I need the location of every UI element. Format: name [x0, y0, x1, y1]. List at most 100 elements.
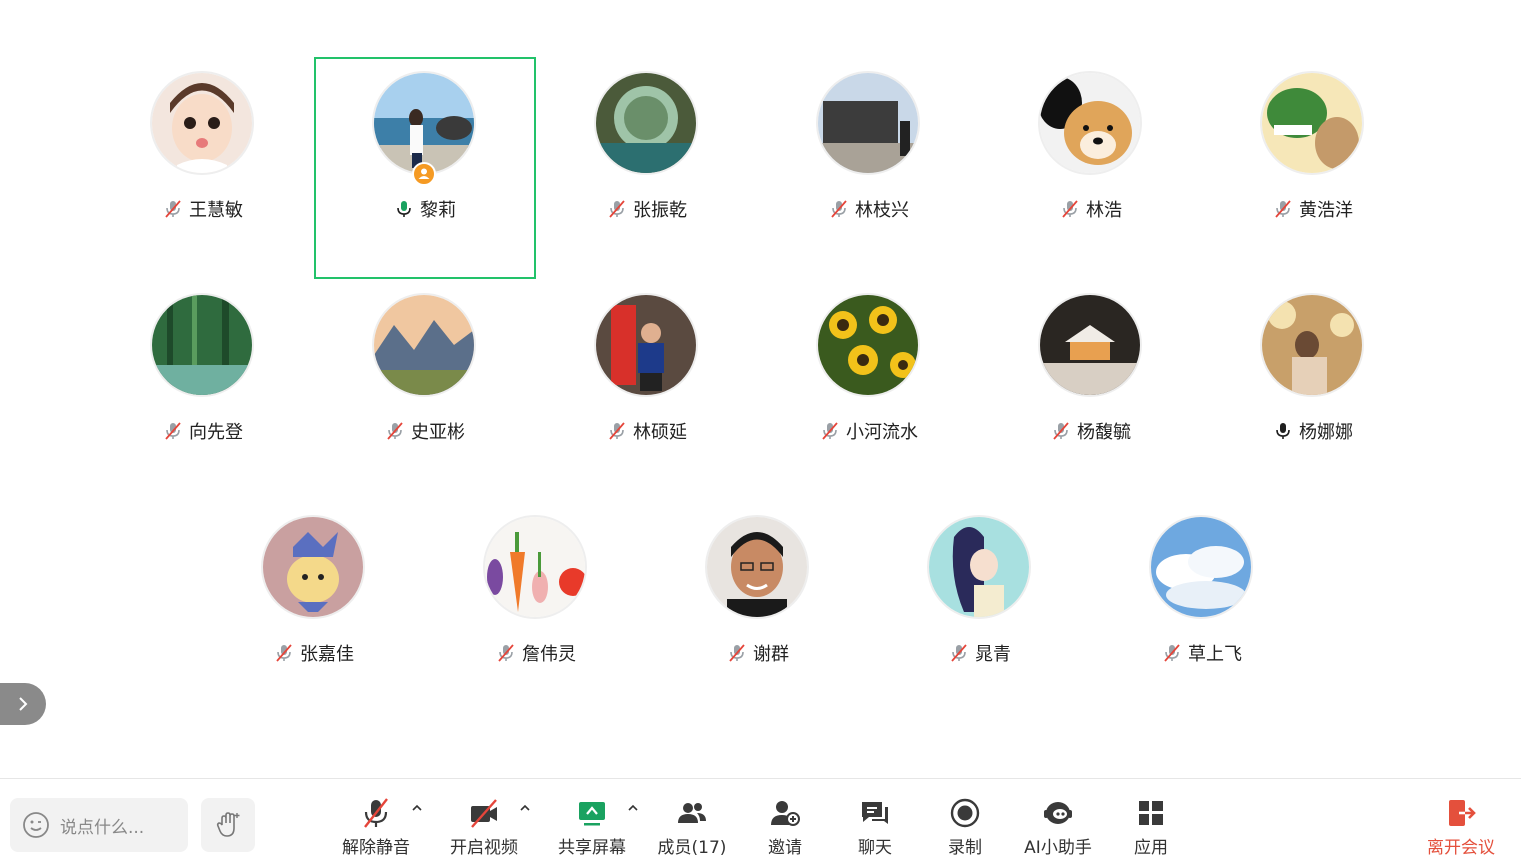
participant-label: 杨娜娜 — [1202, 419, 1424, 443]
tool-label: 开启视频 — [450, 838, 518, 858]
share-options-chevron-icon[interactable] — [627, 799, 639, 811]
mic-muted-icon — [163, 199, 183, 219]
meeting-toolbar: 说点什么... 解除静音 开启视频 共享屏幕 成员(17) 邀请 聊天 录制 A… — [0, 778, 1521, 860]
participant-tile[interactable]: 林硕延 — [536, 279, 758, 501]
participant-name: 谢群 — [753, 644, 789, 665]
participant-name: 晁青 — [975, 644, 1011, 665]
screen-share-icon — [576, 797, 608, 829]
chat-button[interactable]: 聊天 — [835, 797, 915, 858]
mic-muted-icon — [163, 421, 183, 441]
participant-label: 晁青 — [869, 641, 1091, 665]
participant-label: 林硕延 — [536, 419, 758, 443]
tool-label: 离开会议 — [1427, 838, 1495, 858]
participant-tile[interactable]: 詹伟灵 — [425, 501, 647, 723]
avatar — [372, 293, 476, 397]
participant-tile[interactable]: 谢群 — [647, 501, 869, 723]
quick-chat-input[interactable]: 说点什么... — [10, 798, 188, 852]
participant-tile[interactable]: 向先登 — [92, 279, 314, 501]
participant-name: 张振乾 — [633, 200, 687, 221]
mic-muted-icon — [1060, 199, 1080, 219]
participant-tile[interactable]: 杨娜娜 — [1202, 279, 1424, 501]
avatar — [927, 515, 1031, 619]
exit-icon — [1445, 797, 1477, 829]
participant-tile[interactable]: 晁青 — [869, 501, 1091, 723]
start-video-button[interactable]: 开启视频 — [444, 797, 524, 858]
participant-label: 史亚彬 — [314, 419, 536, 443]
participant-tile[interactable]: 黄浩洋 — [1202, 57, 1424, 279]
video-options-chevron-icon[interactable] — [519, 799, 531, 811]
participant-tile[interactable]: 史亚彬 — [314, 279, 536, 501]
participant-label: 向先登 — [92, 419, 314, 443]
mic-muted-icon — [820, 421, 840, 441]
participant-name: 张嘉佳 — [300, 644, 354, 665]
participant-grid: 王慧敏 黎莉 张振乾 林枝兴 林浩 黄浩洋 向先登 史亚彬 林硕延 小河流水 杨… — [0, 0, 1521, 775]
participant-tile[interactable]: 草上飞 — [1091, 501, 1313, 723]
tool-label: 成员(17) — [657, 838, 727, 858]
participant-tile[interactable]: 王慧敏 — [92, 57, 314, 279]
participant-label: 詹伟灵 — [425, 641, 647, 665]
participant-name: 草上飞 — [1188, 644, 1242, 665]
participant-name: 林浩 — [1086, 200, 1122, 221]
participant-label: 林浩 — [980, 197, 1202, 221]
participant-tile[interactable]: 杨馥毓 — [980, 279, 1202, 501]
participant-name: 黎莉 — [420, 200, 456, 221]
mic-muted-icon — [607, 199, 627, 219]
unmute-button[interactable]: 解除静音 — [336, 797, 416, 858]
avatar — [1038, 293, 1142, 397]
tool-label: AI小助手 — [1024, 838, 1092, 858]
mic-active-icon — [394, 199, 414, 219]
avatar — [705, 515, 809, 619]
ai-robot-icon — [1042, 797, 1074, 829]
tool-label: 共享屏幕 — [558, 838, 626, 858]
share-screen-button[interactable]: 共享屏幕 — [552, 797, 632, 858]
mic-muted-icon — [949, 643, 969, 663]
participant-tile-active-speaker[interactable]: 黎莉 — [314, 57, 536, 279]
participant-label: 张嘉佳 — [203, 641, 425, 665]
participant-name: 詹伟灵 — [522, 644, 576, 665]
avatar — [261, 515, 365, 619]
participant-label: 谢群 — [647, 641, 869, 665]
chevron-right-icon — [19, 697, 28, 711]
mic-muted-icon — [1051, 421, 1071, 441]
emoji-icon — [23, 812, 49, 838]
record-button[interactable]: 录制 — [925, 797, 1005, 858]
tool-label: 解除静音 — [342, 838, 410, 858]
participant-label: 王慧敏 — [92, 197, 314, 221]
tool-label: 聊天 — [858, 838, 892, 858]
leave-meeting-button[interactable]: 离开会议 — [1421, 797, 1501, 858]
avatar — [150, 293, 254, 397]
participant-name: 向先登 — [189, 422, 243, 443]
raise-hand-button[interactable] — [201, 798, 255, 852]
participant-tile[interactable]: 张振乾 — [536, 57, 758, 279]
avatar — [150, 71, 254, 175]
participant-name: 杨馥毓 — [1077, 422, 1131, 443]
mic-muted-icon — [829, 199, 849, 219]
mic-muted-icon — [274, 643, 294, 663]
participant-name: 林枝兴 — [855, 200, 909, 221]
participant-tile[interactable]: 张嘉佳 — [203, 501, 425, 723]
participant-label: 杨馥毓 — [980, 419, 1202, 443]
mic-off-icon — [360, 797, 392, 829]
avatar — [1149, 515, 1253, 619]
host-badge-icon — [412, 162, 436, 186]
participant-label: 黄浩洋 — [1202, 197, 1424, 221]
participant-label: 黎莉 — [314, 197, 536, 221]
mic-muted-icon — [727, 643, 747, 663]
participant-label: 小河流水 — [758, 419, 980, 443]
audio-options-chevron-icon[interactable] — [411, 799, 423, 811]
record-icon — [949, 797, 981, 829]
apps-grid-icon — [1135, 797, 1167, 829]
participant-name: 小河流水 — [846, 422, 918, 443]
participant-tile[interactable]: 林浩 — [980, 57, 1202, 279]
mic-muted-icon — [496, 643, 516, 663]
participant-tile[interactable]: 小河流水 — [758, 279, 980, 501]
avatar — [594, 293, 698, 397]
apps-button[interactable]: 应用 — [1111, 797, 1191, 858]
participant-tile[interactable]: 林枝兴 — [758, 57, 980, 279]
mic-muted-icon — [1273, 199, 1293, 219]
expand-panel-button[interactable] — [0, 683, 46, 725]
avatar — [1260, 71, 1364, 175]
invite-button[interactable]: 邀请 — [745, 797, 825, 858]
members-button[interactable]: 成员(17) — [652, 797, 732, 858]
ai-assistant-button[interactable]: AI小助手 — [1018, 797, 1098, 858]
